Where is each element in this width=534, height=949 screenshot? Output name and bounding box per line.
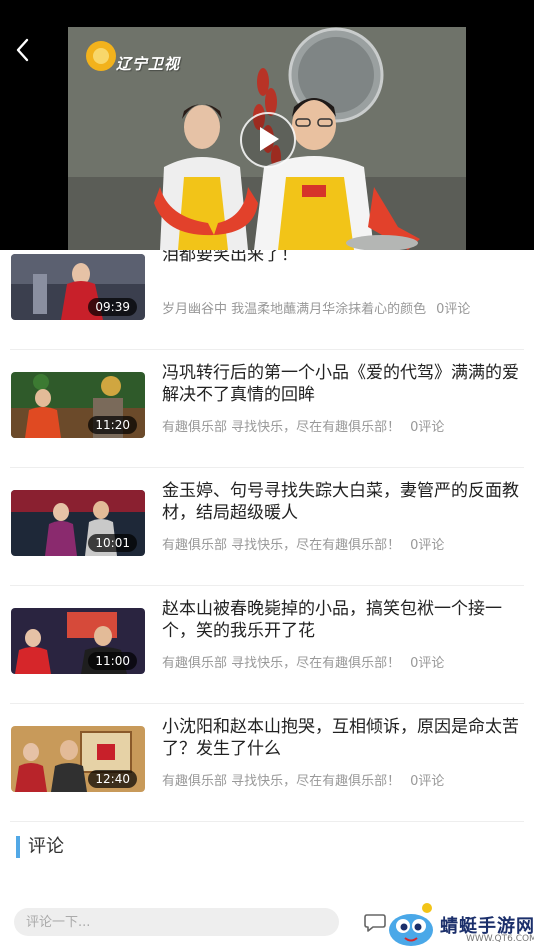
video-meta: 有趣俱乐部 寻找快乐，尽在有趣俱乐部！ 0评论 (162, 416, 444, 435)
play-button[interactable] (240, 112, 296, 168)
video-title[interactable]: 冯巩转行后的第一个小品《爱的代驾》满满的爱解决不了真情的回眸 (162, 362, 528, 406)
video-title[interactable]: 金玉婷、句号寻找失踪大白菜，妻管严的反面教材，结局超级暖人 (162, 480, 528, 524)
comment-count: 0评论 (410, 420, 445, 435)
video-source: 有趣俱乐部 寻找快乐，尽在有趣俱乐部！ (162, 538, 401, 553)
list-item[interactable]: 10:01 金玉婷、句号寻找失踪大白菜，妻管严的反面教材，结局超级暖人 有趣俱乐… (10, 468, 524, 586)
video-meta: 有趣俱乐部 寻找快乐，尽在有趣俱乐部！ 0评论 (162, 534, 444, 553)
related-video-list: 09:39 泪都要笑出来了！ 岁月幽谷中 我温柔地蘸满月华涂抹着心的颜色 0评论 … (0, 232, 534, 822)
comment-input[interactable] (14, 908, 339, 936)
channel-logo-icon (86, 41, 116, 71)
comment-count: 0评论 (410, 774, 445, 789)
video-thumbnail[interactable]: 10:01 (11, 490, 145, 556)
back-button[interactable] (8, 32, 40, 68)
comment-button[interactable] (364, 913, 386, 937)
speech-bubble-icon (364, 914, 386, 932)
comment-count: 0评论 (436, 302, 471, 317)
video-source: 有趣俱乐部 寻找快乐，尽在有趣俱乐部！ (162, 420, 401, 435)
video-player[interactable]: 辽宁卫视 (0, 0, 534, 250)
play-icon (260, 127, 279, 151)
list-item[interactable]: 12:40 小沈阳和赵本山抱哭，互相倾诉，原因是命太苦了？发生了什么 有趣俱乐部… (10, 704, 524, 822)
video-thumbnail[interactable]: 11:20 (11, 372, 145, 438)
channel-logo-text: 辽宁卫视 (116, 55, 181, 73)
video-source: 有趣俱乐部 寻找快乐，尽在有趣俱乐部！ (162, 656, 401, 671)
watermark-url: WWW.QT6.COM (466, 934, 534, 944)
video-meta: 有趣俱乐部 寻找快乐，尽在有趣俱乐部！ 0评论 (162, 652, 444, 671)
video-frame[interactable]: 辽宁卫视 (68, 27, 466, 250)
video-source: 有趣俱乐部 寻找快乐，尽在有趣俱乐部！ (162, 774, 401, 789)
list-item[interactable]: 11:20 冯巩转行后的第一个小品《爱的代驾》满满的爱解决不了真情的回眸 有趣俱… (10, 350, 524, 468)
comments-heading: 评论 (16, 836, 64, 858)
chevron-left-icon (16, 38, 29, 62)
video-duration: 09:39 (88, 298, 137, 316)
video-thumbnail[interactable]: 11:00 (11, 608, 145, 674)
list-item[interactable]: 11:00 赵本山被春晚毙掉的小品，搞笑包袱一个接一个，笑的我乐开了花 有趣俱乐… (10, 586, 524, 704)
video-meta: 有趣俱乐部 寻找快乐，尽在有趣俱乐部！ 0评论 (162, 770, 444, 789)
dragonfly-logo-icon (389, 903, 433, 946)
video-title[interactable]: 小沈阳和赵本山抱哭，互相倾诉，原因是命太苦了？发生了什么 (162, 716, 528, 760)
video-duration: 11:20 (88, 416, 137, 434)
comment-count: 0评论 (410, 538, 445, 553)
video-duration: 12:40 (88, 770, 137, 788)
video-source: 岁月幽谷中 我温柔地蘸满月华涂抹着心的颜色 (162, 302, 427, 317)
video-thumbnail[interactable]: 12:40 (11, 726, 145, 792)
video-duration: 10:01 (88, 534, 137, 552)
video-title[interactable]: 赵本山被春晚毙掉的小品，搞笑包袱一个接一个，笑的我乐开了花 (162, 598, 528, 642)
comment-count: 0评论 (410, 656, 445, 671)
video-duration: 11:00 (88, 652, 137, 670)
video-meta: 岁月幽谷中 我温柔地蘸满月华涂抹着心的颜色 0评论 (162, 298, 470, 317)
video-thumbnail[interactable]: 09:39 (11, 254, 145, 320)
